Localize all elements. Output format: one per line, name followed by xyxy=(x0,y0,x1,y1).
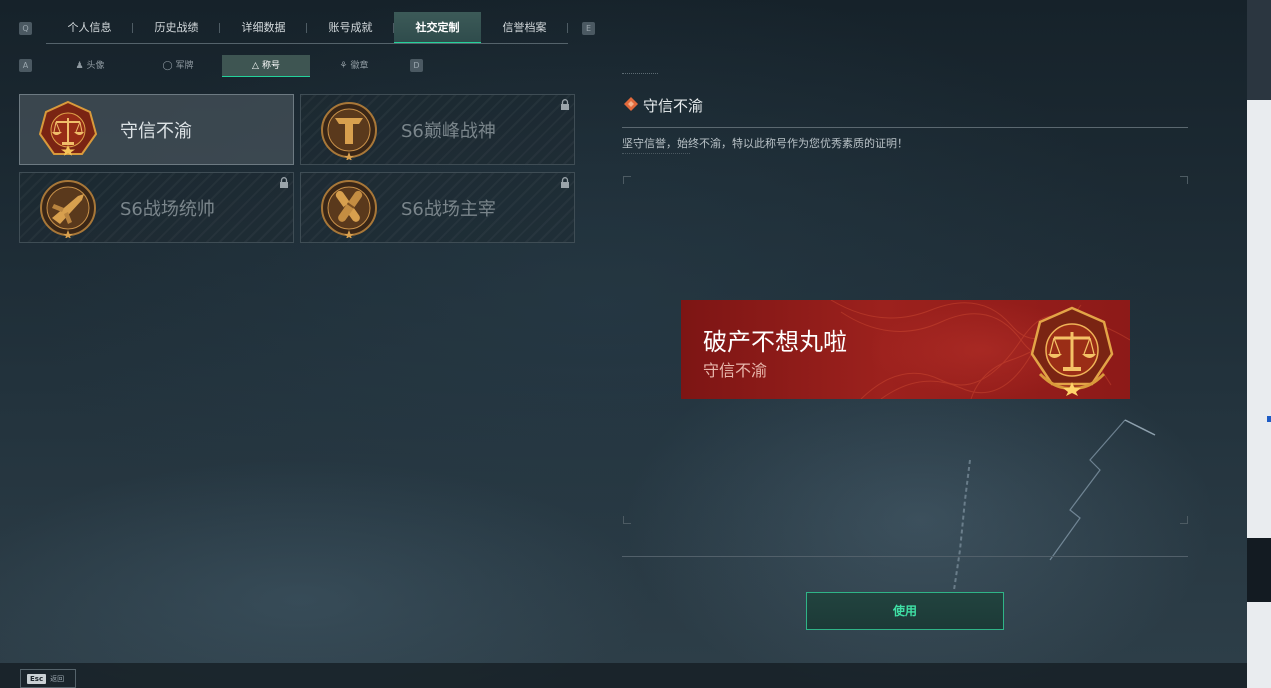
decoration-dots xyxy=(622,73,658,76)
use-button[interactable]: 使用 xyxy=(806,592,1004,630)
detail-divider xyxy=(622,127,1188,128)
scales-badge-icon xyxy=(1030,306,1114,396)
nav-prev-key[interactable]: Q xyxy=(19,22,32,35)
subnav-prev-key[interactable]: A xyxy=(19,59,32,72)
lock-icon xyxy=(561,177,569,188)
frame-corner xyxy=(1180,176,1188,184)
jet-badge-icon xyxy=(40,180,96,238)
lock-icon xyxy=(561,99,569,110)
banner-player-name: 破产不想丸啦 xyxy=(703,328,847,356)
bottom-bar xyxy=(0,663,1247,688)
frame-corner xyxy=(1180,516,1188,524)
top-tabs: 个人信息 历史战绩 详细数据 账号成就 社交定制 信誉档案 xyxy=(46,12,568,44)
nav-next-key[interactable]: E xyxy=(582,22,595,35)
subtab-label: 军牌 xyxy=(175,61,194,71)
subtab-label: 称号 xyxy=(261,60,280,71)
detail-title: 守信不渝 xyxy=(643,97,704,115)
subtab-title[interactable]: △ 称号 xyxy=(222,55,310,77)
esc-key: Esc xyxy=(27,673,47,684)
lock-icon xyxy=(280,177,288,188)
decoration-dots xyxy=(622,153,690,156)
person-icon: ♟ xyxy=(75,61,84,71)
subtab-label: 头像 xyxy=(86,61,105,71)
subtab-medal[interactable]: ⚘ 徽章 xyxy=(310,55,398,77)
title-icon: △ xyxy=(252,60,259,71)
dogtag-icon: ◯ xyxy=(162,61,173,71)
title-card-trustworthy[interactable]: 守信不渝 xyxy=(19,94,294,165)
medal-icon: ⚘ xyxy=(339,61,348,71)
tab-detailed-data[interactable]: 详细数据 xyxy=(220,12,307,44)
subtab-avatar[interactable]: ♟ 头像 xyxy=(46,55,134,77)
title-card-s6-commander[interactable]: S6战场统帅 xyxy=(19,172,294,243)
side-window-strip xyxy=(1247,0,1271,688)
tabs-divider xyxy=(46,43,568,44)
subnav-next-key[interactable]: D xyxy=(410,59,423,72)
title-card-s6-dominator[interactable]: S6战场主宰 xyxy=(300,172,575,243)
title-card-label: S6战场统帅 xyxy=(120,199,215,220)
sub-tabs: ♟ 头像 ◯ 军牌 △ 称号 ⚘ 徽章 xyxy=(46,55,398,77)
title-card-label: S6战场主宰 xyxy=(401,199,496,220)
crossed-shells-badge-icon xyxy=(321,180,377,238)
tab-reputation-profile[interactable]: 信誉档案 xyxy=(481,12,568,44)
tab-social-customization[interactable]: 社交定制 xyxy=(394,12,481,44)
t-emblem-badge-icon xyxy=(321,102,377,160)
detail-bottom-divider xyxy=(622,556,1188,557)
subtab-label: 徽章 xyxy=(350,61,369,71)
title-preview-banner: 破产不想丸啦 守信不渝 xyxy=(681,300,1130,399)
lightning-decoration xyxy=(953,419,1156,591)
frame-corner xyxy=(623,516,631,524)
tab-match-history[interactable]: 历史战绩 xyxy=(133,12,220,44)
detail-description: 坚守信誉，始终不渝，特以此称号作为您优秀素质的证明！ xyxy=(622,137,908,150)
scales-badge-icon xyxy=(38,100,98,156)
diamond-icon xyxy=(624,97,638,111)
back-button[interactable]: Esc 返回 xyxy=(20,669,76,688)
title-card-s6-peak-god[interactable]: S6巅峰战神 xyxy=(300,94,575,165)
tab-account-achievements[interactable]: 账号成就 xyxy=(307,12,394,44)
title-card-label: S6巅峰战神 xyxy=(401,121,496,142)
title-card-label: 守信不渝 xyxy=(120,121,192,142)
frame-corner xyxy=(623,176,631,184)
banner-title: 守信不渝 xyxy=(703,361,768,380)
tab-personal-info[interactable]: 个人信息 xyxy=(46,12,133,44)
back-label: 返回 xyxy=(50,674,65,683)
subtab-dogtag[interactable]: ◯ 军牌 xyxy=(134,55,222,77)
